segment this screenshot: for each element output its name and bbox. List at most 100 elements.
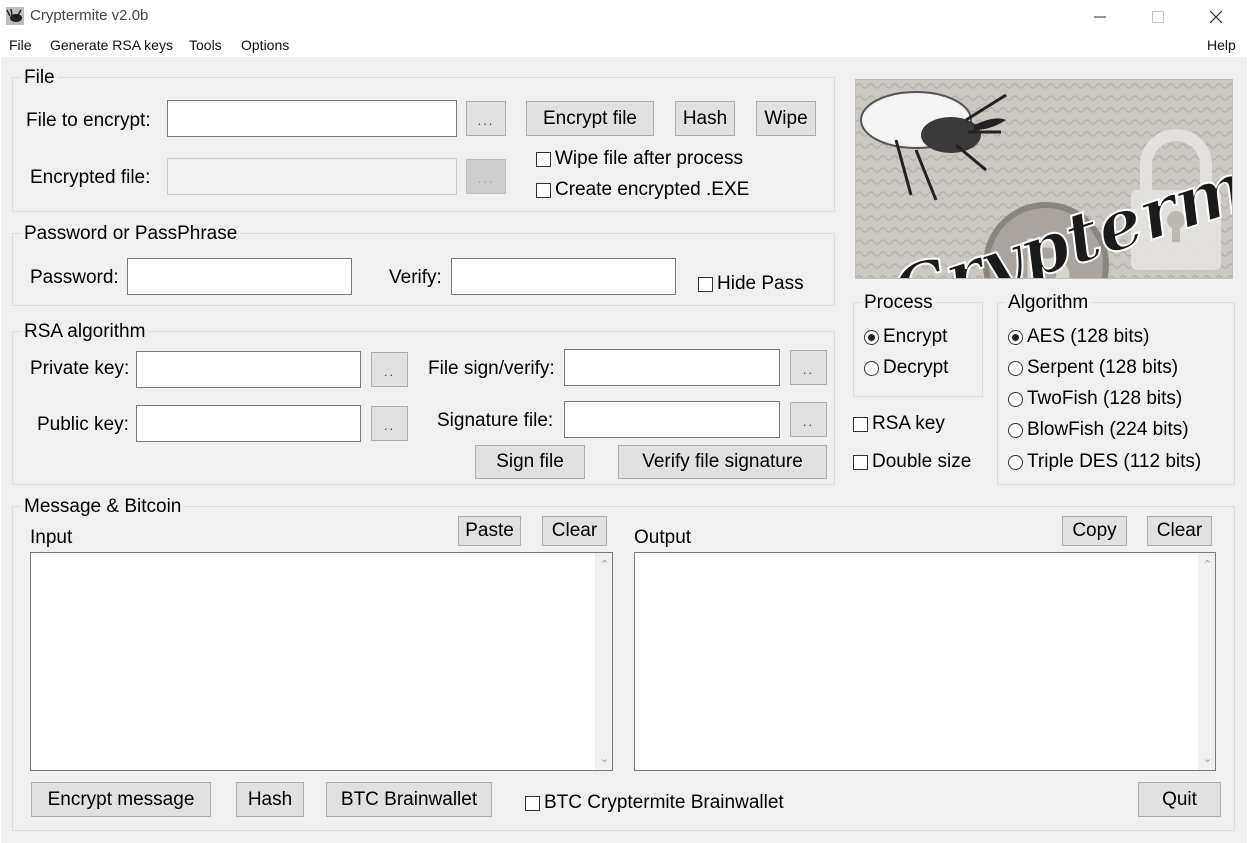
output-textarea[interactable]: ⌃ ⌄ [634, 552, 1216, 771]
browse-file-button[interactable]: ... [466, 101, 506, 136]
btc-cryptermite-box [525, 795, 540, 811]
browse-public-key-label: .. [383, 418, 396, 433]
copy-button[interactable]: Copy [1062, 516, 1127, 546]
hide-pass-checkbox[interactable]: Hide Pass [698, 273, 804, 295]
process-group [853, 302, 983, 397]
aes-radio-dot [1008, 329, 1023, 345]
app-bug-icon [6, 7, 24, 25]
output-scrollbar[interactable]: ⌃ ⌄ [1198, 553, 1215, 770]
cryptermite-logo: B Cryptermite [855, 79, 1233, 279]
encrypted-file-label: Encrypted file: [30, 167, 151, 188]
algorithm-group-title: Algorithm [1005, 292, 1092, 314]
algo-twofish-radio[interactable]: TwoFish (128 bits) [1008, 388, 1182, 410]
scroll-down-icon[interactable]: ⌄ [1199, 750, 1216, 767]
private-key-label: Private key: [30, 358, 130, 379]
hash-file-button[interactable]: Hash [675, 101, 735, 136]
browse-file-sign-button[interactable]: .. [790, 350, 827, 385]
menu-tools[interactable]: Tools [189, 37, 222, 53]
input-label: Input [30, 527, 73, 548]
signature-file-input[interactable] [564, 401, 780, 438]
twofish-radio-dot [1008, 391, 1023, 407]
sign-file-button[interactable]: Sign file [475, 445, 585, 479]
maximize-button[interactable] [1129, 0, 1187, 33]
aes-radio-label: AES (128 bits) [1027, 326, 1150, 347]
input-textarea[interactable]: ⌃ ⌄ [30, 552, 613, 771]
close-button[interactable] [1187, 0, 1245, 33]
quit-button[interactable]: Quit [1138, 782, 1221, 817]
double-size-box [853, 454, 868, 470]
twofish-radio-label: TwoFish (128 bits) [1027, 388, 1183, 409]
encrypt-file-button[interactable]: Encrypt file [526, 101, 654, 136]
encrypt-message-button[interactable]: Encrypt message [31, 782, 211, 817]
algo-aes-radio[interactable]: AES (128 bits) [1008, 326, 1150, 348]
double-size-checkbox[interactable]: Double size [853, 451, 971, 473]
title-bar[interactable]: Cryptermite v2.0b [0, 0, 1248, 33]
wipe-button[interactable]: Wipe [756, 101, 816, 136]
verify-input[interactable] [451, 258, 676, 295]
scroll-down-icon[interactable]: ⌄ [596, 750, 613, 767]
tripledes-radio-dot [1008, 454, 1023, 470]
minimize-icon [1094, 16, 1106, 17]
verify-signature-button[interactable]: Verify file signature [618, 445, 827, 479]
create-exe-label: Create encrypted .EXE [555, 179, 750, 200]
browse-signature-button[interactable]: .. [790, 402, 827, 437]
menu-generate-rsa-keys[interactable]: Generate RSA keys [50, 37, 173, 53]
message-group-title: Message & Bitcoin [21, 496, 185, 518]
algo-blowfish-radio[interactable]: BlowFish (224 bits) [1008, 419, 1189, 441]
file-sign-input[interactable] [564, 349, 780, 386]
process-decrypt-radio[interactable]: Decrypt [864, 357, 948, 379]
browse-encrypted-label: ... [477, 171, 495, 186]
browse-public-key-button[interactable]: .. [371, 406, 408, 441]
encrypt-radio-label: Encrypt [883, 326, 948, 347]
create-exe-checkbox[interactable]: Create encrypted .EXE [536, 179, 749, 201]
menu-help[interactable]: Help [1207, 37, 1236, 53]
file-sign-label: File sign/verify: [428, 358, 555, 379]
btc-brainwallet-button[interactable]: BTC Brainwallet [326, 782, 492, 817]
output-label: Output [634, 527, 692, 548]
hash-message-button[interactable]: Hash [236, 782, 304, 817]
menu-bar [0, 33, 1248, 57]
btc-cryptermite-checkbox[interactable]: BTC Cryptermite Brainwallet [525, 792, 784, 814]
minimize-button[interactable] [1071, 0, 1129, 33]
close-icon [1210, 10, 1222, 23]
create-exe-box [536, 182, 551, 198]
algo-serpent-radio[interactable]: Serpent (128 bits) [1008, 357, 1178, 379]
encrypted-file-input [167, 158, 457, 195]
algo-tripledes-radio[interactable]: Triple DES (112 bits) [1008, 451, 1201, 473]
browse-file-sign-label: .. [802, 362, 815, 377]
browse-signature-label: .. [802, 414, 815, 429]
menu-options[interactable]: Options [241, 37, 289, 53]
file-to-encrypt-label: File to encrypt: [26, 110, 151, 131]
blowfish-radio-dot [1008, 422, 1023, 438]
double-size-label: Double size [872, 451, 972, 472]
serpent-radio-dot [1008, 360, 1023, 376]
file-to-encrypt-input[interactable] [167, 100, 457, 137]
hide-pass-box [698, 276, 713, 292]
browse-private-key-button[interactable]: .. [371, 352, 408, 387]
window-title: Cryptermite v2.0b [30, 7, 149, 24]
btc-cryptermite-label: BTC Cryptermite Brainwallet [544, 792, 784, 813]
browse-file-label: ... [477, 113, 495, 128]
encrypt-radio-dot [864, 329, 879, 345]
scroll-up-icon[interactable]: ⌃ [1199, 556, 1216, 573]
tripledes-radio-label: Triple DES (112 bits) [1027, 451, 1202, 472]
public-key-input[interactable] [136, 405, 361, 442]
process-encrypt-radio[interactable]: Encrypt [864, 326, 947, 348]
private-key-input[interactable] [136, 351, 361, 388]
decrypt-radio-label: Decrypt [883, 357, 949, 378]
rsa-key-checkbox[interactable]: RSA key [853, 413, 945, 435]
decrypt-radio-dot [864, 360, 879, 376]
rsa-group-title: RSA algorithm [21, 321, 149, 343]
input-scrollbar[interactable]: ⌃ ⌄ [595, 553, 612, 770]
clear-output-button[interactable]: Clear [1147, 516, 1212, 546]
password-input[interactable] [127, 258, 352, 295]
hide-pass-label: Hide Pass [717, 273, 804, 294]
paste-button[interactable]: Paste [458, 516, 521, 546]
wipe-after-checkbox[interactable]: Wipe file after process [536, 148, 743, 170]
clear-input-button[interactable]: Clear [542, 516, 607, 546]
scroll-up-icon[interactable]: ⌃ [596, 556, 613, 573]
wipe-after-box [536, 151, 551, 167]
menu-file[interactable]: File [9, 37, 32, 53]
rsa-key-box [853, 416, 868, 432]
serpent-radio-label: Serpent (128 bits) [1027, 357, 1179, 378]
